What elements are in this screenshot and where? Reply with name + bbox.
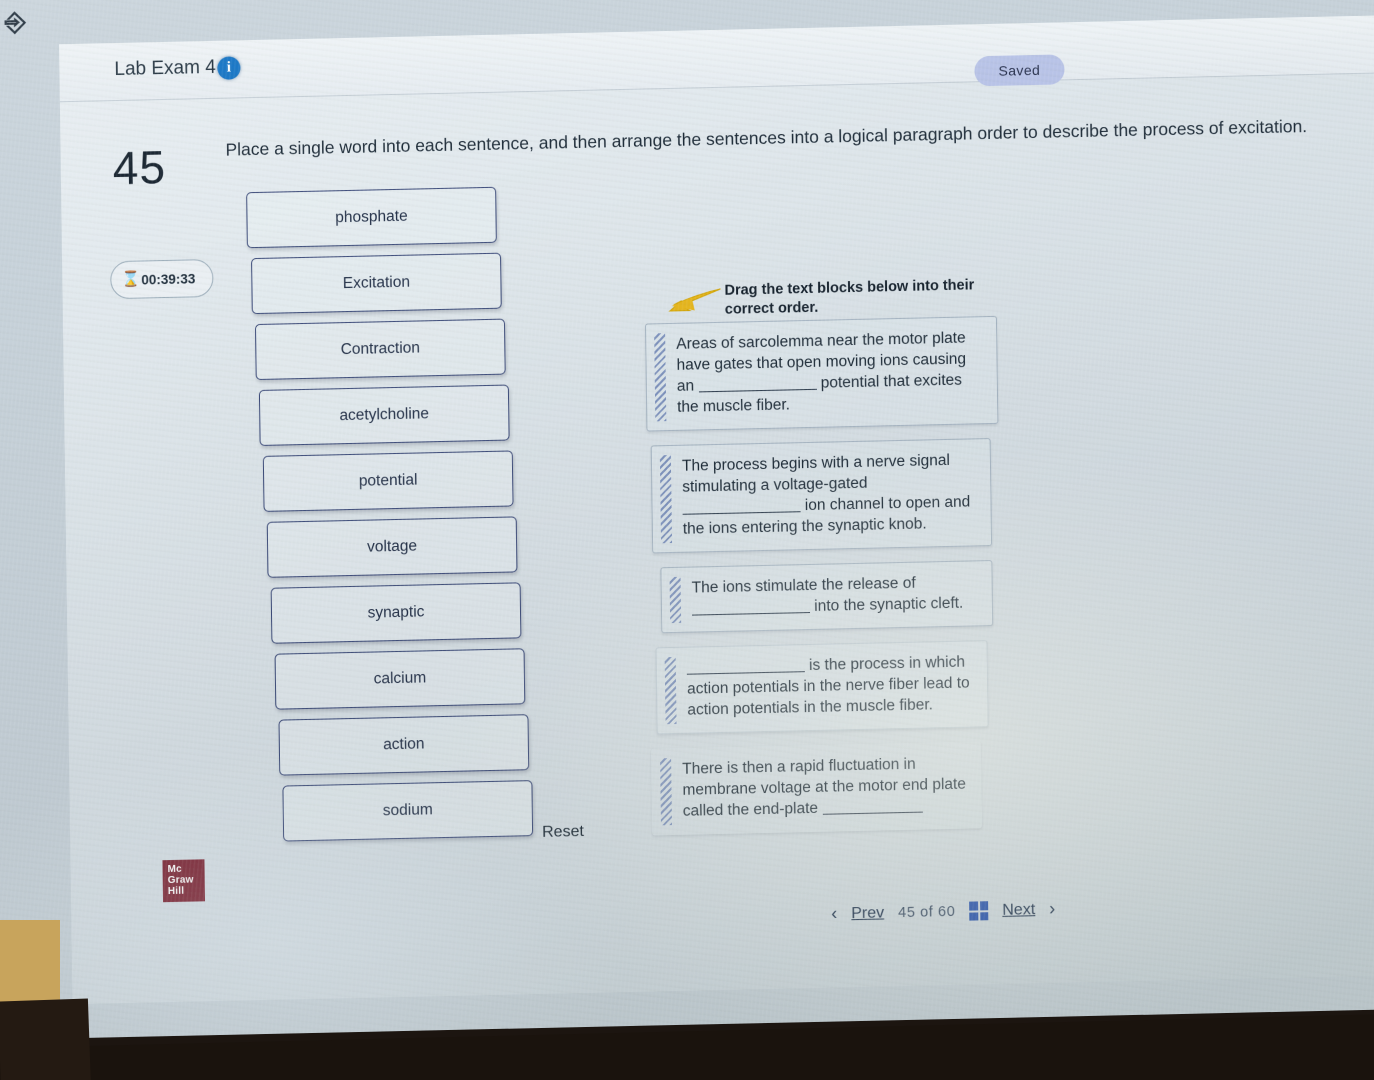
tab-group-icon[interactable]: ⎆ [5, 7, 35, 37]
sentence-block-text: The ions stimulate the release of into t… [691, 574, 964, 616]
word-token-label: synaptic [367, 603, 425, 622]
logo-line: Graw [167, 874, 194, 887]
mcgraw-hill-logo: Mc Graw Hill [162, 859, 206, 903]
answer-blank[interactable] [686, 657, 805, 675]
word-token[interactable]: voltage [266, 516, 518, 578]
info-icon[interactable]: i [217, 56, 241, 80]
logo-line: Hill [167, 885, 185, 898]
drag-handle-icon[interactable] [664, 656, 677, 725]
page-title: Lab Exam 4 [114, 56, 216, 81]
word-token[interactable]: acetylcholine [258, 384, 510, 446]
photo-of-laptop-screen: p)=...ihtml_con=con&external_browser=0&l… [0, 0, 1374, 1080]
word-token-label: sodium [382, 801, 433, 820]
drag-handle-icon[interactable] [669, 576, 682, 624]
sentence-block[interactable]: is the process in which action potential… [655, 640, 989, 735]
word-token-label: acetylcholine [339, 405, 430, 425]
question-grid-icon[interactable] [969, 901, 989, 921]
word-bank: phosphate Excitation Contraction acetylchol… [246, 186, 534, 852]
question-number: 45 [112, 140, 167, 195]
timer-value: 00:39:33 [141, 270, 196, 288]
sentence-block-text: Areas of sarcolemma near the motor plate… [676, 329, 967, 416]
hourglass-icon: ⌛ [121, 270, 141, 288]
page-header: Lab Exam 4 i [59, 14, 1374, 103]
answer-blank[interactable] [682, 497, 801, 515]
question-counter: 45 of 60 [898, 903, 956, 921]
prev-button[interactable]: Prev [851, 904, 884, 923]
sentence-block-text: There is then a rapid fluctuation in mem… [682, 755, 967, 820]
status-badge: Saved [974, 54, 1065, 87]
sentence-block[interactable]: There is then a rapid fluctuation in mem… [650, 741, 983, 836]
logo-line: Mc [167, 863, 182, 876]
question-prompt: Place a single word into each sentence, … [225, 116, 1308, 160]
next-button[interactable]: Next [1002, 901, 1035, 920]
sentence-block[interactable]: Areas of sarcolemma near the motor plate… [644, 315, 999, 432]
word-token[interactable]: synaptic [270, 582, 522, 644]
sentence-block[interactable]: The process begins with a nerve signal s… [650, 438, 993, 554]
next-chevron-icon[interactable]: › [1049, 899, 1055, 920]
sentence-block-text: The process begins with a nerve signal s… [681, 451, 971, 538]
prev-chevron-icon[interactable]: ‹ [831, 903, 837, 924]
drag-hint-text: Drag the text blocks below into their co… [724, 277, 975, 318]
answer-blank[interactable] [822, 797, 923, 815]
sentence-block[interactable]: The ions stimulate the release of into t… [660, 560, 994, 634]
exam-timer: ⌛ 00:39:33 [110, 258, 214, 300]
sentence-block-text: is the process in which action potential… [686, 653, 970, 719]
drag-handle-icon[interactable] [660, 758, 672, 826]
answer-blank[interactable] [698, 374, 817, 393]
word-token[interactable]: phosphate [246, 186, 497, 249]
word-token-label: action [383, 735, 425, 754]
word-token[interactable]: action [278, 714, 530, 776]
word-token[interactable]: Contraction [254, 318, 506, 381]
word-token-label: Contraction [340, 339, 421, 359]
word-token[interactable]: Excitation [251, 252, 502, 315]
browser-url-bar[interactable]: p)=...ihtml_con=con&external_browser=0&l… [0, 0, 1374, 22]
laptop-bezel-corner [0, 998, 93, 1080]
word-token[interactable]: potential [262, 450, 514, 512]
drag-handle-icon[interactable] [659, 455, 673, 544]
answer-blank[interactable] [691, 598, 811, 616]
word-token-label: potential [358, 471, 418, 490]
exam-page: Lab Exam 4 i Saved 45 Place a single wor… [59, 14, 1374, 1005]
drag-handle-icon[interactable] [654, 333, 667, 422]
word-token-label: Excitation [342, 273, 411, 293]
laptop-screen: p)=...ihtml_con=con&external_browser=0&l… [0, 0, 1374, 1040]
word-token-label: voltage [366, 537, 418, 556]
reset-button[interactable]: Reset [542, 823, 584, 842]
question-navigation: ‹ Prev 45 of 60 Next › [831, 899, 1055, 925]
word-token-label: calcium [373, 669, 427, 688]
word-token[interactable]: sodium [282, 780, 534, 842]
word-token-label: phosphate [335, 207, 408, 227]
word-token[interactable]: calcium [274, 648, 526, 710]
yellow-arrow-icon [668, 288, 721, 312]
sentence-block-list: Areas of sarcolemma near the motor plate… [644, 315, 1012, 850]
